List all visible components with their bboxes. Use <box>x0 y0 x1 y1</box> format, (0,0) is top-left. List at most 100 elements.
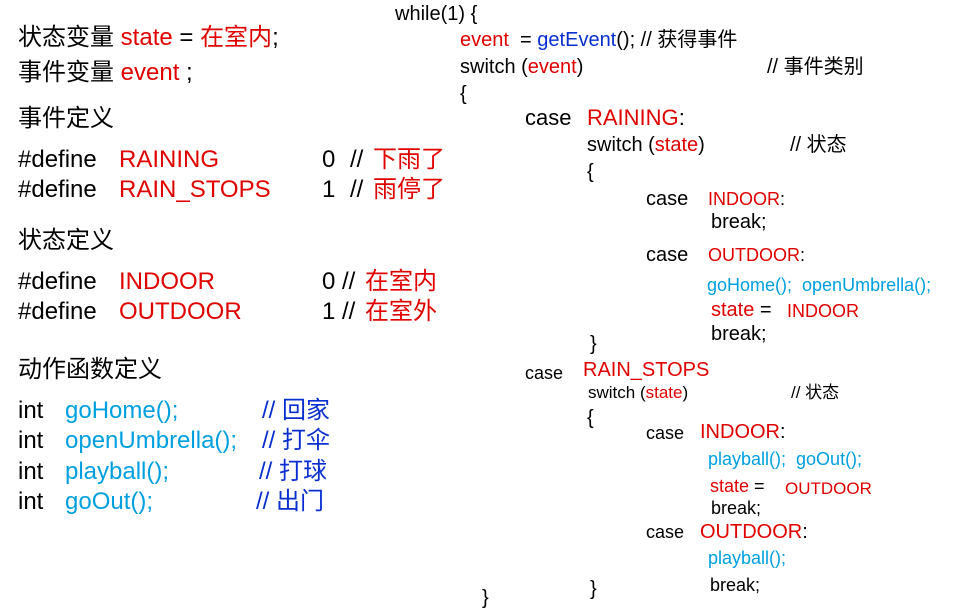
define-keyword: #define <box>18 146 97 173</box>
case-indoor: INDOOR: <box>708 190 785 208</box>
var-name: state <box>654 134 699 156</box>
state-def-outdoor: #define <box>18 300 97 324</box>
brace: } <box>590 578 597 600</box>
state-name: INDOOR <box>119 268 215 295</box>
state-name: OUTDOOR <box>700 521 803 543</box>
case-keyword: case <box>646 522 685 542</box>
case-keyword: case <box>525 105 572 130</box>
terminator: ; <box>179 59 193 86</box>
colon: : <box>800 245 806 265</box>
operator: = <box>172 24 201 51</box>
switch-keyword: switch ( <box>588 383 646 402</box>
action-type: int <box>18 458 44 485</box>
state-name: OUTDOOR <box>708 245 800 265</box>
event-comment: 下雨了 <box>373 146 445 173</box>
case-keyword: case <box>525 363 564 383</box>
action-calls: playball(); goOut(); <box>708 449 863 469</box>
event-name: RAINING <box>119 146 220 173</box>
colon: : <box>802 521 808 543</box>
break-statement: break; <box>711 323 767 345</box>
action-name: goOut(); <box>65 488 154 515</box>
while-loop: while(1) { <box>395 3 478 25</box>
brace: { <box>587 407 594 429</box>
break-statement: break; <box>711 498 762 518</box>
action-name: openUmbrella(); <box>65 427 238 454</box>
case-outdoor: OUTDOOR: <box>708 246 805 264</box>
action-def-heading: 动作函数定义 <box>18 356 162 383</box>
break-statement: break; <box>710 575 761 595</box>
action-comment: // 出门 <box>256 488 325 515</box>
state-def-heading: 状态定义 <box>18 227 114 254</box>
paren: ) <box>682 383 689 402</box>
action-comment: // 打球 <box>259 458 328 485</box>
switch-state-line: switch (state) <box>587 135 705 155</box>
label: 事件变量 <box>18 59 121 86</box>
state-value: INDOOR <box>787 301 859 321</box>
var-name: event <box>460 29 509 51</box>
event-def-rain-stops: #define <box>18 178 97 202</box>
var-name: event <box>527 56 577 78</box>
state-assign-line: state = <box>710 477 770 495</box>
action-name: playball(); <box>65 458 170 485</box>
action-comment: // 打伞 <box>262 427 331 454</box>
state-value: OUTDOOR <box>785 479 872 498</box>
switch-event-comment: // 事件类别 <box>767 56 864 78</box>
case-keyword: case <box>646 188 689 210</box>
state-name: OUTDOOR <box>119 298 242 325</box>
state-code: 1 <box>322 298 336 325</box>
operator: = <box>749 476 770 496</box>
define-keyword: #define <box>18 176 97 203</box>
brace: } <box>482 587 489 609</box>
state-comment: 在室内 <box>365 268 437 295</box>
event-name: RAIN_STOPS <box>119 176 271 203</box>
value: 在室内 <box>200 24 273 51</box>
comment-slashes: // <box>342 268 356 295</box>
event-code: 0 <box>322 146 336 173</box>
var-name: state <box>645 383 683 402</box>
action-name: goHome(); <box>65 397 179 424</box>
operator: = <box>508 29 538 51</box>
var-name: state <box>710 476 750 496</box>
function-name: getEvent <box>537 29 617 51</box>
action-calls: playball(); <box>708 548 787 568</box>
comment-slashes: // <box>342 298 356 325</box>
call-comment: (); // 获得事件 <box>616 29 738 51</box>
state-variable-line: 状态变量 state = 在室内; <box>18 26 279 50</box>
case-keyword: case <box>646 423 685 443</box>
colon: : <box>780 421 786 443</box>
case-indoor: INDOOR: <box>700 422 786 442</box>
action-comment: // 回家 <box>262 397 331 424</box>
colon: : <box>678 105 685 130</box>
colon: : <box>780 189 786 209</box>
case-outdoor: OUTDOOR: <box>700 522 808 542</box>
switch-state-comment: // 状态 <box>791 383 840 402</box>
break-statement: break; <box>711 211 767 233</box>
event-name: RAINING <box>587 105 679 130</box>
label: 状态变量 <box>18 24 121 51</box>
switch-state-comment: // 状态 <box>790 134 847 156</box>
case-keyword: case <box>646 244 689 266</box>
switch-state-line: switch (state) <box>588 384 688 401</box>
define-keyword: #define <box>18 268 97 295</box>
brace: { <box>587 161 594 183</box>
brace: { <box>460 83 467 105</box>
event-variable-line: 事件变量 event ; <box>18 61 193 85</box>
comment-slashes: // <box>350 176 364 203</box>
action-type: int <box>18 427 44 454</box>
event-def-raining: #define <box>18 148 97 172</box>
state-def-indoor: #define <box>18 270 97 294</box>
terminator: ; <box>272 24 279 51</box>
state-name: INDOOR <box>700 421 780 443</box>
switch-keyword: switch ( <box>460 56 528 78</box>
switch-event-line: switch (event) <box>460 57 583 77</box>
state-assign-line: state = <box>711 300 777 320</box>
var-name: event <box>120 59 180 86</box>
case-rain-stops: RAIN_STOPS <box>583 359 710 381</box>
paren: ) <box>698 134 705 156</box>
comment-slashes: // <box>350 146 364 173</box>
case-raining: RAINING: <box>587 107 685 129</box>
brace: } <box>590 333 597 355</box>
event-comment: 雨停了 <box>373 176 445 203</box>
state-code: 0 <box>322 268 336 295</box>
operator: = <box>754 299 778 321</box>
